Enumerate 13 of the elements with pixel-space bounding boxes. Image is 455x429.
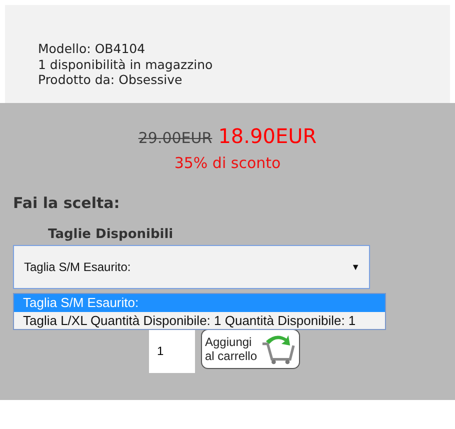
choice-heading: Fai la scelta: (13, 194, 121, 212)
discount-text: 35% di sconto (174, 154, 281, 172)
quantity-field[interactable]: 1 (149, 329, 195, 373)
add-to-cart-button[interactable]: Aggiungi al carrello (201, 329, 300, 369)
size-select[interactable]: Taglia S/M Esaurito: ▼ (13, 245, 370, 289)
dropdown-arrow-icon: ▼ (351, 262, 360, 272)
size-label: Taglie Disponibili (48, 227, 174, 242)
info-text: 1 disponibilità in magazzino (38, 56, 214, 72)
info-text: Prodotto da: Obsessive (38, 72, 184, 88)
sale-price: 18.90EUR (218, 124, 317, 148)
info-text: Modello: OB4104 (38, 41, 146, 56)
old-price: 29.00EUR (138, 129, 212, 147)
dropdown-option[interactable]: Taglia L/XL Quantità Disponibile: 1 Quantità Disponibile: 1 (14, 312, 385, 329)
